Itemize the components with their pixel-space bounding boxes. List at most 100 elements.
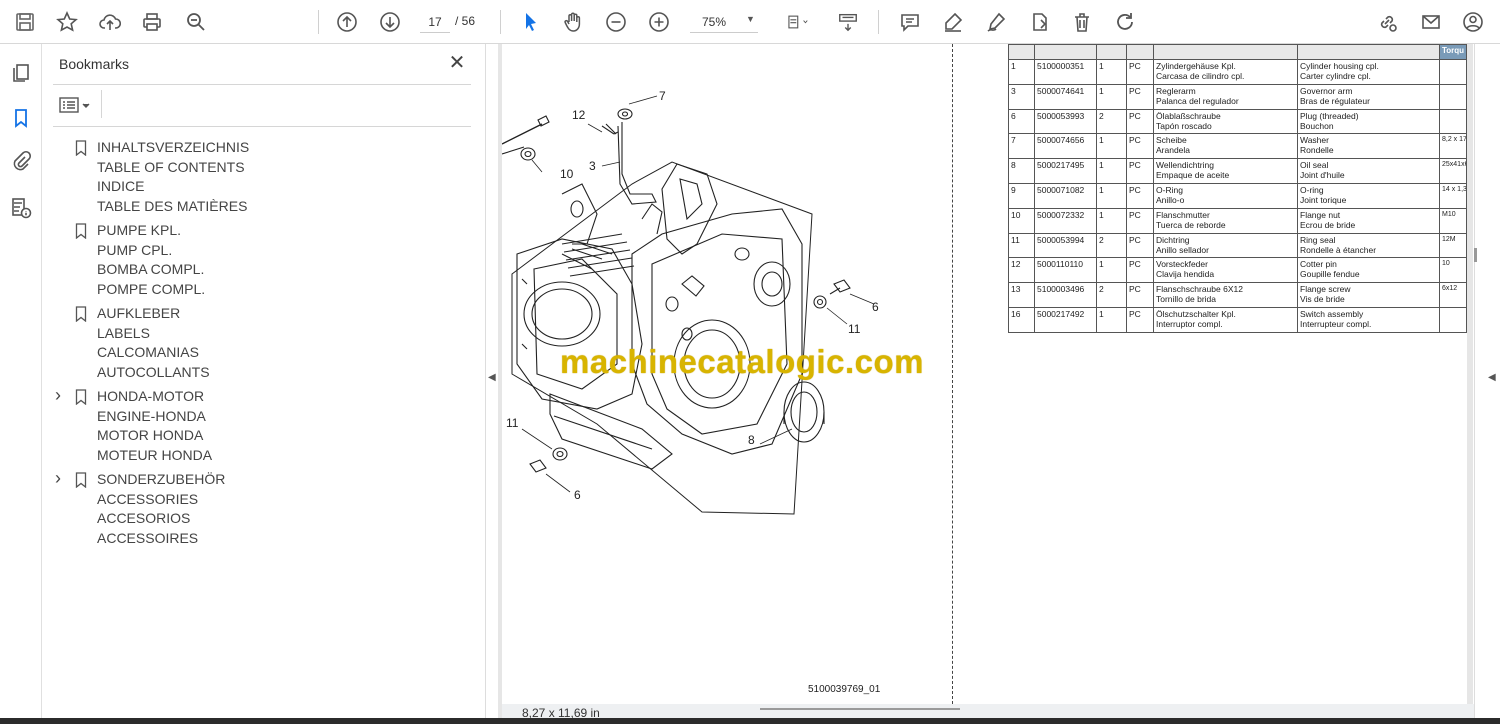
bookmark-label-line: INDICE bbox=[97, 178, 145, 195]
save-icon[interactable] bbox=[12, 9, 38, 35]
page-up-icon[interactable] bbox=[334, 9, 360, 35]
highlight-icon[interactable] bbox=[940, 9, 966, 35]
table-cell: 5000053994 bbox=[1034, 232, 1097, 259]
table-cell: 1 bbox=[1096, 158, 1127, 184]
cell-text: Interruptor compl. bbox=[1156, 318, 1223, 329]
select-cursor-icon[interactable] bbox=[517, 9, 543, 35]
bookmarks-icon[interactable] bbox=[8, 105, 34, 131]
table-cell: 1 bbox=[1096, 133, 1127, 160]
search-zoom-icon[interactable] bbox=[183, 9, 209, 35]
table-cell bbox=[1439, 108, 1467, 135]
attachments-icon[interactable] bbox=[8, 148, 34, 174]
bookmark-label-line: INHALTSVERZEICHNIS bbox=[97, 139, 250, 155]
cell-text: 5000074656 bbox=[1037, 135, 1085, 146]
chevron-right-icon[interactable]: › bbox=[55, 385, 67, 405]
star-icon[interactable] bbox=[54, 9, 80, 35]
comment-icon[interactable] bbox=[897, 9, 923, 35]
bookmark-options-button[interactable] bbox=[59, 94, 95, 116]
cell-text: 5000053994 bbox=[1037, 234, 1085, 245]
file-info-icon[interactable] bbox=[8, 195, 34, 221]
edit-text-icon[interactable] bbox=[1026, 9, 1052, 35]
cell-text: Vorsteckfeder bbox=[1156, 259, 1208, 270]
table-cell: 12 bbox=[1008, 257, 1035, 284]
callout-label: 7 bbox=[659, 89, 666, 103]
vertical-scrollbar[interactable] bbox=[1474, 248, 1477, 262]
cell-text: PC bbox=[1129, 209, 1141, 220]
toolbar: / 56 75% ▼ bbox=[0, 0, 1500, 44]
cell-text: Ölablaßschraube bbox=[1156, 110, 1221, 121]
table-cell: Flange screw Vis de bride bbox=[1297, 282, 1440, 308]
table-cell: PC bbox=[1126, 282, 1154, 308]
table-cell: 5000110110 bbox=[1034, 257, 1097, 284]
cell-text: 12 bbox=[1011, 259, 1021, 270]
table-cell: PC bbox=[1126, 108, 1154, 135]
bookmark-label[interactable]: AUFKLEBER LABELS CALCOMANIAS AUTOCOLLANTS bbox=[97, 304, 210, 382]
mail-icon[interactable] bbox=[1418, 9, 1444, 35]
expand-right-panel-button[interactable]: ◀ bbox=[1488, 372, 1498, 388]
table-cell: Ölschutzschalter Kpl. Interruptor compl. bbox=[1153, 306, 1298, 333]
upload-icon[interactable] bbox=[97, 9, 123, 35]
callout-label: 12 bbox=[572, 108, 586, 122]
bookmark-label-line: HONDA-MOTOR bbox=[97, 388, 205, 404]
scroll-mode-icon[interactable] bbox=[834, 9, 862, 35]
bookmark-label-line: CALCOMANIAS bbox=[97, 344, 199, 361]
table-cell: 3 bbox=[1008, 83, 1035, 110]
collapse-left-panel-button[interactable]: ◀ bbox=[488, 372, 498, 388]
bookmark-label-line: ACCESSORIES bbox=[97, 490, 199, 507]
zoom-in-icon[interactable] bbox=[646, 9, 672, 35]
bookmark-label[interactable]: PUMPE KPL. PUMP CPL. BOMBA COMPL. POMPE COM… bbox=[97, 221, 205, 299]
bookmark-label-line: SONDERZUBEHÖR bbox=[97, 471, 226, 487]
cell-text: Joint torique bbox=[1300, 194, 1347, 205]
callout-label: 3 bbox=[589, 159, 596, 173]
table-header bbox=[1008, 44, 1035, 60]
page-down-icon[interactable] bbox=[377, 9, 403, 35]
table-cell: Oil seal Joint d'huile bbox=[1297, 158, 1440, 184]
bookmark-label-line: TABLE DES MATIÈRES bbox=[97, 197, 248, 214]
cell-text: Vis de bride bbox=[1300, 294, 1345, 305]
pages-icon[interactable] bbox=[8, 60, 34, 86]
chevron-right-icon[interactable]: › bbox=[55, 468, 67, 488]
table-cell: O-Ring Anillo-o bbox=[1153, 182, 1298, 209]
cell-text: Oil seal bbox=[1300, 160, 1329, 171]
callout-label: 6 bbox=[872, 300, 879, 314]
print-icon[interactable] bbox=[139, 9, 165, 35]
table-cell: 16 bbox=[1008, 306, 1035, 333]
cell-text: 1 bbox=[1099, 308, 1104, 319]
share-link-icon[interactable] bbox=[1374, 9, 1400, 35]
left-rail bbox=[0, 44, 42, 724]
bookmark-label[interactable]: HONDA-MOTOR ENGINE-HONDA MOTOR HONDA MOTEUR… bbox=[97, 387, 212, 465]
zoom-out-icon[interactable] bbox=[603, 9, 629, 35]
horizontal-scrollbar[interactable] bbox=[760, 704, 960, 714]
table-cell: 1 bbox=[1096, 207, 1127, 234]
hand-icon[interactable] bbox=[560, 9, 586, 35]
table-cell: 1 bbox=[1096, 306, 1127, 333]
account-icon[interactable] bbox=[1460, 9, 1486, 35]
cell-text: Anillo-o bbox=[1156, 194, 1185, 205]
cell-text: 11 bbox=[1011, 234, 1020, 245]
table-cell: 5100003496 bbox=[1034, 282, 1097, 308]
bookmark-icon bbox=[75, 140, 87, 156]
close-icon[interactable]: ✕ bbox=[447, 53, 467, 73]
draw-icon[interactable] bbox=[983, 9, 1009, 35]
table-cell: Vorsteckfeder Clavija hendida bbox=[1153, 257, 1298, 284]
cell-text: 7 bbox=[1011, 135, 1016, 146]
table-cell: Reglerarm Palanca del regulador bbox=[1153, 83, 1298, 110]
cell-text: 10 bbox=[1011, 209, 1021, 220]
zoom-select[interactable]: 75% ▼ bbox=[690, 11, 758, 33]
cell-text: 13 bbox=[1011, 284, 1021, 295]
cell-text: 5000074641 bbox=[1037, 85, 1085, 96]
horizontal-scrollbar-thumb[interactable] bbox=[760, 708, 960, 710]
cell-text: Joint d'huile bbox=[1300, 170, 1345, 181]
bookmark-label[interactable]: INHALTSVERZEICHNIS TABLE OF CONTENTS INDIC… bbox=[97, 138, 249, 216]
page-number-input[interactable] bbox=[420, 11, 450, 33]
cell-text: Reglerarm bbox=[1156, 85, 1196, 96]
rotate-icon[interactable] bbox=[1112, 9, 1138, 35]
bookmark-label-line: ACCESORIOS bbox=[97, 510, 191, 527]
table-header bbox=[1297, 44, 1440, 60]
table-row: 12 5000110110 1 PC Vorsteckfeder Clavija hend… bbox=[1008, 257, 1467, 284]
fit-page-icon[interactable] bbox=[780, 9, 814, 35]
cell-text: 6 bbox=[1011, 110, 1016, 121]
bookmark-label[interactable]: SONDERZUBEHÖR ACCESSORIES ACCESORIOS ACCESS… bbox=[97, 470, 225, 548]
table-row: 6 5000053993 2 PC Ölablaßschraube Tapón rosca… bbox=[1008, 108, 1467, 135]
delete-icon[interactable] bbox=[1069, 9, 1095, 35]
